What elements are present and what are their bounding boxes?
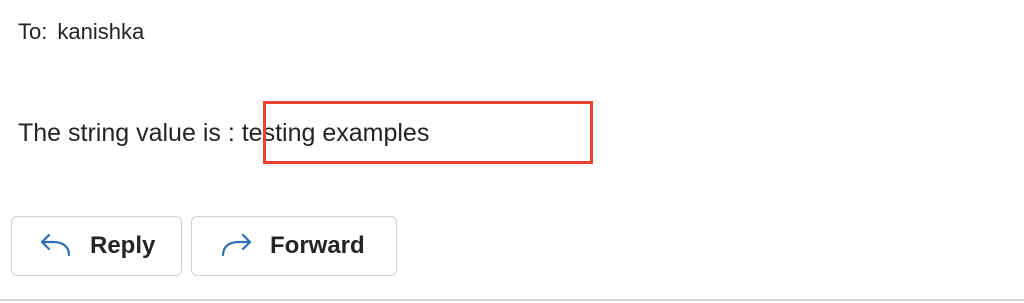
message-prefix: The string value is : — [18, 119, 242, 147]
forward-arrow-icon — [216, 231, 256, 261]
to-label: To: — [18, 19, 48, 44]
reply-arrow-icon — [36, 231, 76, 261]
recipient-name: kanishka — [57, 19, 145, 44]
string-value: testing examples — [241, 119, 430, 147]
divider — [0, 299, 1024, 301]
recipient-line: To: kanishka — [18, 18, 144, 46]
reply-button[interactable]: Reply — [11, 216, 182, 276]
forward-button[interactable]: Forward — [191, 216, 397, 276]
forward-label: Forward — [270, 232, 365, 259]
message-body: The string value is : testing examples — [18, 117, 429, 149]
reply-label: Reply — [90, 232, 156, 259]
